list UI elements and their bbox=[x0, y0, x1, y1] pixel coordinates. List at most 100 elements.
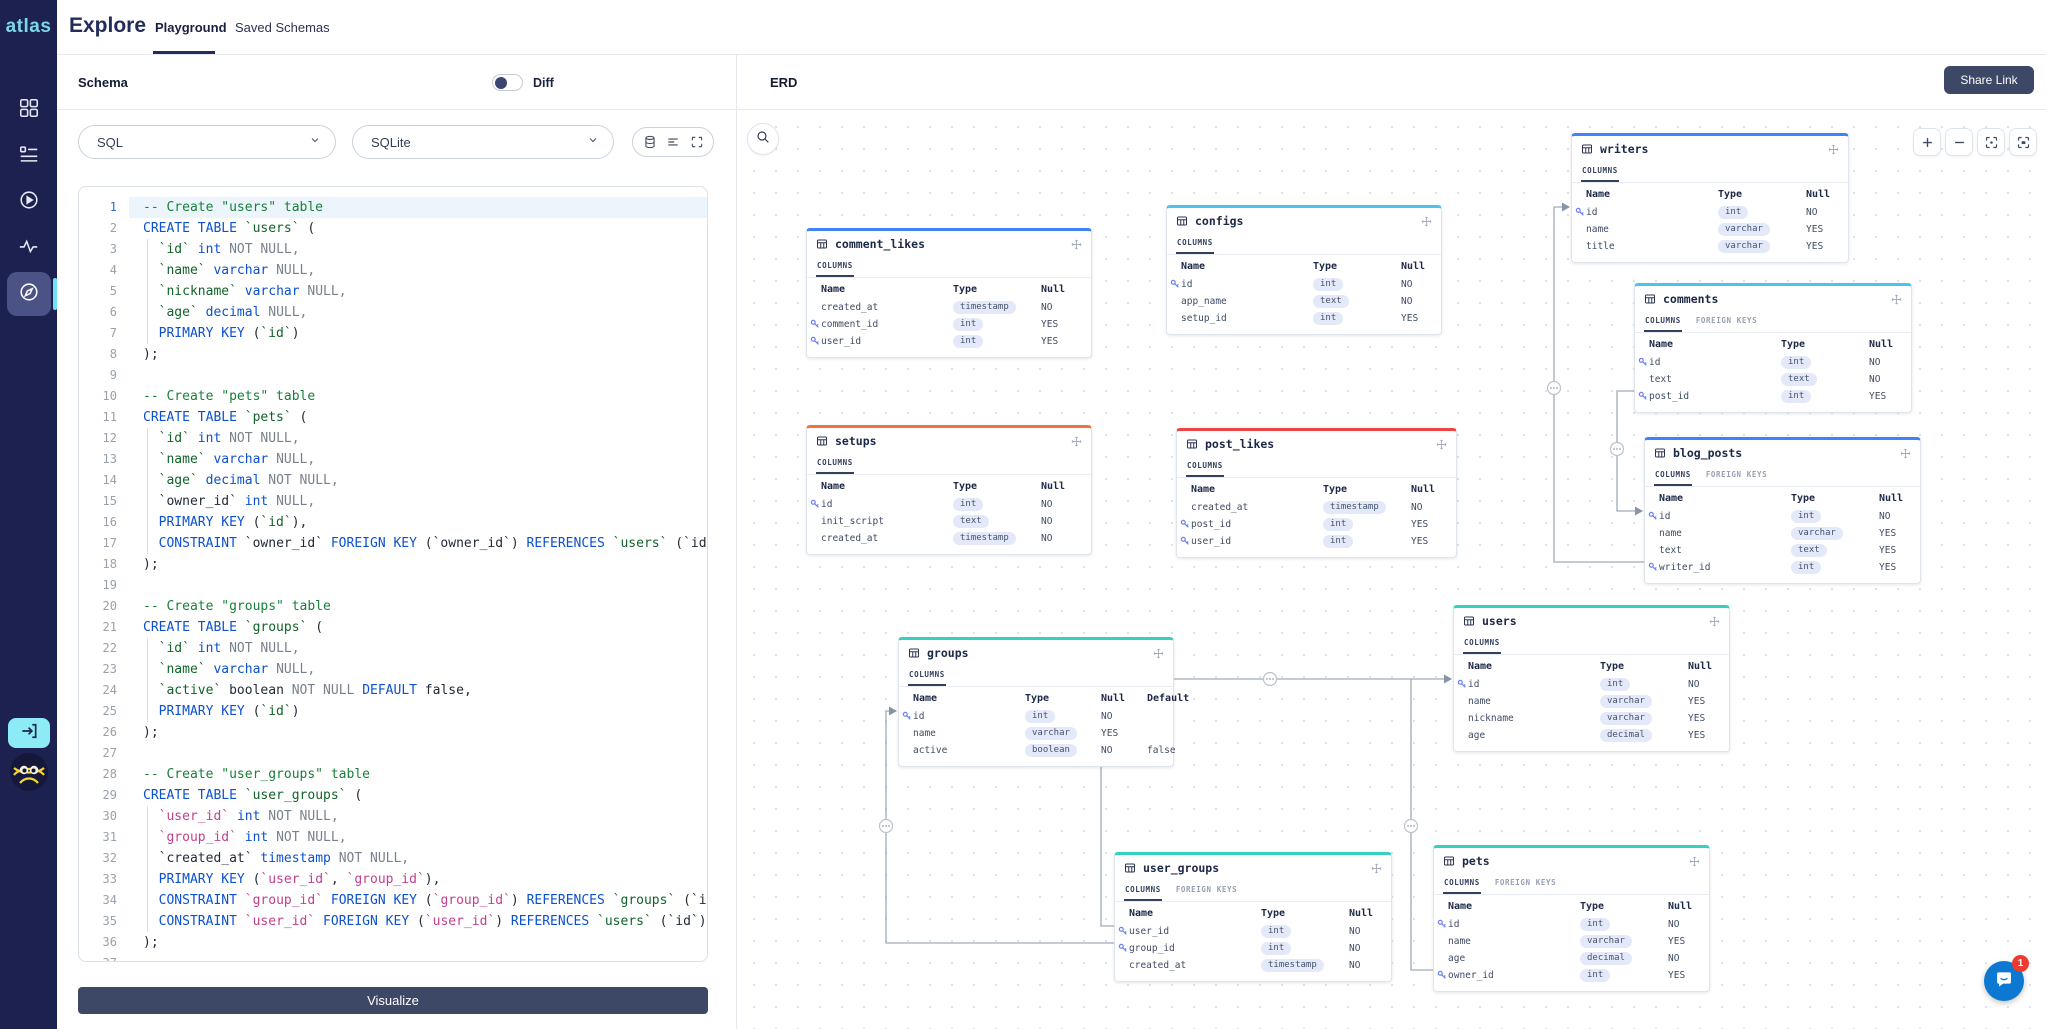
move-handle-icon[interactable] bbox=[1900, 448, 1911, 459]
table-card-header[interactable]: comments bbox=[1635, 286, 1911, 312]
move-handle-icon[interactable] bbox=[1436, 439, 1447, 450]
table-card-header[interactable]: groups bbox=[899, 640, 1173, 666]
line-number: 17 bbox=[79, 533, 129, 554]
table-tab-foreign-keys[interactable]: FOREIGN KEYS bbox=[1494, 874, 1557, 894]
active-tab-underline bbox=[153, 51, 215, 54]
erd-table-pets[interactable]: pets COLUMNSFOREIGN KEYS NameTypeNull id… bbox=[1433, 845, 1710, 992]
sql-editor[interactable]: 1-- Create "users" table2CREATE TABLE `u… bbox=[78, 186, 708, 962]
table-tab-foreign-keys[interactable]: FOREIGN KEYS bbox=[1705, 466, 1768, 486]
table-tab-columns[interactable]: COLUMNS bbox=[1124, 881, 1162, 901]
fit-screen-button[interactable] bbox=[2009, 128, 2037, 156]
zoom-in-button[interactable] bbox=[1913, 128, 1941, 156]
erd-search-button[interactable] bbox=[747, 123, 779, 155]
format-icon[interactable] bbox=[666, 135, 680, 149]
table-card-header[interactable]: blog_posts bbox=[1645, 440, 1920, 466]
sidebar-item-runs[interactable] bbox=[7, 180, 51, 224]
line-number: 20 bbox=[79, 596, 129, 617]
column-name: post_id bbox=[1649, 391, 1781, 402]
fit-view-button[interactable] bbox=[1977, 128, 2005, 156]
erd-canvas[interactable]: comment_likes COLUMNS NameTypeNull creat… bbox=[737, 110, 2046, 1029]
erd-table-post_likes[interactable]: post_likes COLUMNS NameTypeNull created_… bbox=[1176, 428, 1457, 558]
table-card-header[interactable]: users bbox=[1454, 608, 1729, 634]
line-number: 33 bbox=[79, 869, 129, 890]
sidebar-item-dashboard[interactable] bbox=[7, 88, 51, 132]
engine-select[interactable]: SQLite bbox=[352, 125, 614, 159]
user-avatar[interactable] bbox=[10, 753, 48, 791]
erd-table-groups[interactable]: groups COLUMNS NameTypeNullDefault id in… bbox=[898, 637, 1174, 767]
table-icon bbox=[1463, 612, 1475, 631]
line-number: 32 bbox=[79, 848, 129, 869]
move-handle-icon[interactable] bbox=[1709, 616, 1720, 627]
erd-table-user_groups[interactable]: user_groups COLUMNSFOREIGN KEYS NameType… bbox=[1114, 852, 1392, 982]
table-card-header[interactable]: comment_likes bbox=[807, 231, 1091, 257]
column-header: Null bbox=[1401, 261, 1441, 272]
diff-toggle[interactable] bbox=[492, 74, 523, 91]
column-name: id bbox=[913, 711, 1025, 722]
table-tab-foreign-keys[interactable]: FOREIGN KEYS bbox=[1175, 881, 1238, 901]
line-number: 15 bbox=[79, 491, 129, 512]
erd-table-users[interactable]: users COLUMNS NameTypeNull id int NO nam… bbox=[1453, 605, 1730, 752]
type-badge: int bbox=[1323, 535, 1411, 548]
move-handle-icon[interactable] bbox=[1371, 863, 1382, 874]
table-card-header[interactable]: writers bbox=[1572, 136, 1848, 162]
sidebar-item-explore[interactable] bbox=[7, 272, 51, 316]
table-card-header[interactable]: setups bbox=[807, 428, 1091, 454]
move-handle-icon[interactable] bbox=[1071, 436, 1082, 447]
erd-table-writers[interactable]: writers COLUMNS NameTypeNull id int NO n… bbox=[1571, 133, 1849, 263]
erd-table-setups[interactable]: setups COLUMNS NameTypeNull id int NO in… bbox=[806, 425, 1092, 555]
column-null: YES bbox=[1806, 224, 1848, 235]
table-tab-columns[interactable]: COLUMNS bbox=[1463, 634, 1501, 654]
active-indicator bbox=[53, 278, 57, 310]
move-handle-icon[interactable] bbox=[1689, 856, 1700, 867]
fullscreen-icon[interactable] bbox=[690, 135, 704, 149]
table-tabs: COLUMNS bbox=[1572, 162, 1848, 183]
table-tab-foreign-keys[interactable]: FOREIGN KEYS bbox=[1695, 312, 1758, 332]
table-tab-columns[interactable]: COLUMNS bbox=[1186, 457, 1224, 477]
move-handle-icon[interactable] bbox=[1071, 239, 1082, 250]
erd-table-comments[interactable]: comments COLUMNSFOREIGN KEYS NameTypeNul… bbox=[1634, 283, 1912, 413]
table-icon bbox=[1654, 444, 1666, 463]
table-tab-columns[interactable]: COLUMNS bbox=[816, 257, 854, 277]
table-row: post_id int YES bbox=[1635, 388, 1911, 405]
move-handle-icon[interactable] bbox=[1153, 648, 1164, 659]
visualize-button[interactable]: Visualize bbox=[78, 987, 708, 1014]
sidebar-item-schemas[interactable] bbox=[7, 134, 51, 178]
column-header: Null bbox=[1879, 493, 1920, 504]
tab-saved-schemas[interactable]: Saved Schemas bbox=[235, 20, 330, 35]
atlas-logo: atlas bbox=[0, 16, 57, 38]
table-card-header[interactable]: user_groups bbox=[1115, 855, 1391, 881]
table-column-headers: NameTypeNull bbox=[1572, 185, 1848, 204]
sign-in-icon bbox=[19, 721, 39, 746]
dialect-select[interactable]: SQL bbox=[78, 125, 336, 159]
line-number: 11 bbox=[79, 407, 129, 428]
sidebar-item-monitoring[interactable] bbox=[7, 226, 51, 270]
chat-widget-button[interactable]: 1 bbox=[1984, 961, 2024, 1001]
move-handle-icon[interactable] bbox=[1891, 294, 1902, 305]
table-tab-columns[interactable]: COLUMNS bbox=[1644, 312, 1682, 332]
move-handle-icon[interactable] bbox=[1421, 216, 1432, 227]
code-line: 21CREATE TABLE `groups` ( bbox=[79, 617, 707, 638]
sign-in-button[interactable] bbox=[8, 718, 50, 748]
table-tab-columns[interactable]: COLUMNS bbox=[908, 666, 946, 686]
table-card-header[interactable]: post_likes bbox=[1177, 431, 1456, 457]
zoom-out-button[interactable] bbox=[1945, 128, 1973, 156]
table-rows: id int NO name varchar YES nickname varc… bbox=[1454, 676, 1729, 751]
column-null: NO bbox=[1411, 502, 1456, 513]
move-handle-icon[interactable] bbox=[1828, 144, 1839, 155]
table-row: post_id int YES bbox=[1177, 516, 1456, 533]
table-tab-columns[interactable]: COLUMNS bbox=[1654, 466, 1692, 486]
table-card-header[interactable]: pets bbox=[1434, 848, 1709, 874]
share-link-button[interactable]: Share Link bbox=[1944, 66, 2034, 94]
table-card-header[interactable]: configs bbox=[1167, 208, 1441, 234]
tab-playground[interactable]: Playground bbox=[155, 20, 227, 35]
table-tab-columns[interactable]: COLUMNS bbox=[1443, 874, 1481, 894]
code-line: 31 `group_id` int NOT NULL, bbox=[79, 827, 707, 848]
table-icon bbox=[1581, 140, 1593, 159]
table-tab-columns[interactable]: COLUMNS bbox=[1176, 234, 1214, 254]
erd-table-configs[interactable]: configs COLUMNS NameTypeNull id int NO a… bbox=[1166, 205, 1442, 335]
database-icon[interactable] bbox=[643, 135, 657, 149]
table-tab-columns[interactable]: COLUMNS bbox=[1581, 162, 1619, 182]
erd-table-blog_posts[interactable]: blog_posts COLUMNSFOREIGN KEYS NameTypeN… bbox=[1644, 437, 1921, 584]
table-tab-columns[interactable]: COLUMNS bbox=[816, 454, 854, 474]
erd-table-comment_likes[interactable]: comment_likes COLUMNS NameTypeNull creat… bbox=[806, 228, 1092, 358]
